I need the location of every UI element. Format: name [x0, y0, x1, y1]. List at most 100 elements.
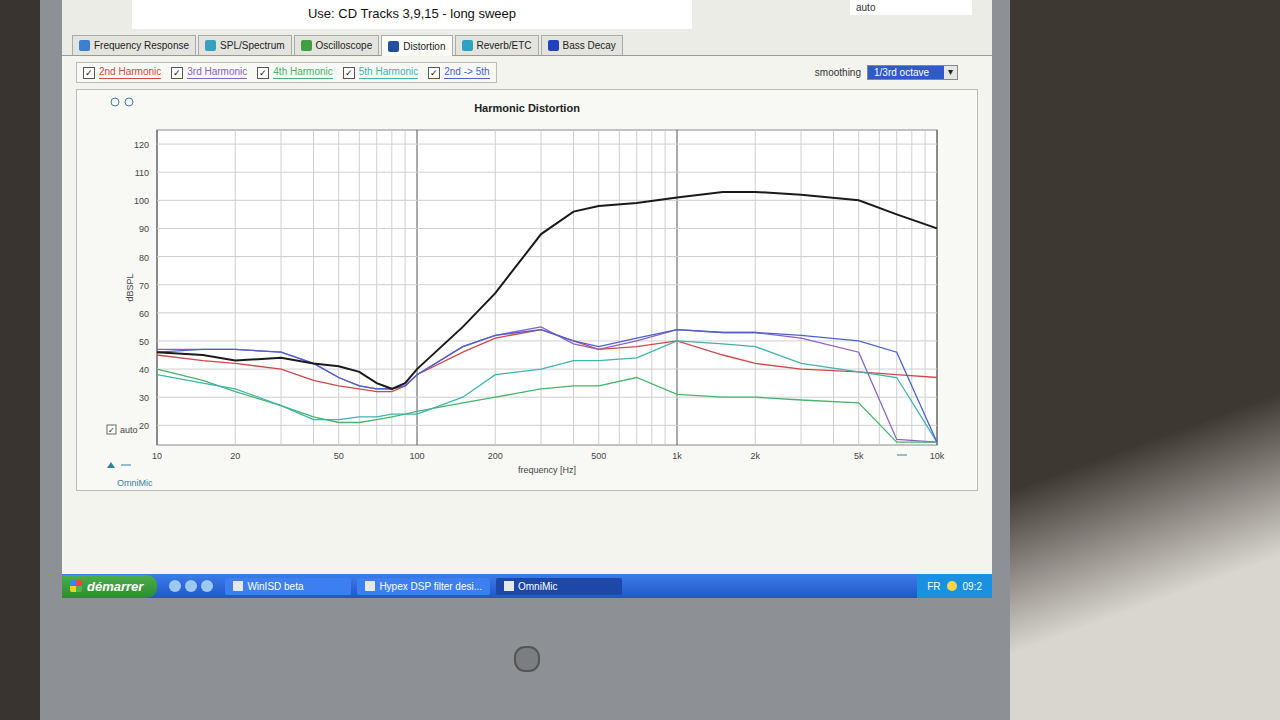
grid-line	[619, 130, 620, 445]
grid-line	[405, 130, 406, 445]
legend-item[interactable]: ✓3rd Harmonic	[171, 66, 247, 79]
grid-line	[677, 130, 678, 445]
x-tick: 10	[152, 451, 162, 461]
grid-line	[281, 130, 282, 445]
grid-line	[157, 130, 158, 445]
checkbox[interactable]: ✓	[257, 67, 269, 79]
grid-line	[417, 130, 418, 445]
grid-line	[651, 130, 652, 445]
app-icon	[504, 581, 514, 591]
desktop-icon[interactable]	[169, 580, 181, 592]
grid-line	[157, 200, 937, 201]
y-tick: 60	[139, 309, 149, 319]
auto-checkbox[interactable]: ✓ auto	[107, 425, 138, 435]
grid-line	[157, 172, 937, 173]
tab[interactable]: Bass Decay	[541, 35, 623, 55]
taskbar-item[interactable]: Hypex DSP filter desi...	[357, 578, 490, 595]
taskbar-item[interactable]: WinISD beta	[225, 578, 351, 595]
tab[interactable]: SPL/Spectrum	[198, 35, 291, 55]
svg-text:auto: auto	[120, 425, 138, 435]
language-indicator[interactable]: FR	[927, 581, 940, 592]
checkbox[interactable]: ✓	[428, 67, 440, 79]
smoothing-dropdown[interactable]: 1/3rd octave▾	[867, 65, 958, 80]
network-icon[interactable]	[947, 581, 957, 591]
chart-title: Harmonic Distortion	[474, 102, 580, 114]
grid-line	[541, 130, 542, 445]
nav-arrows-icon[interactable]	[107, 455, 907, 468]
y-tick: 100	[134, 196, 149, 206]
power-button-icon[interactable]	[514, 646, 540, 672]
grid-line	[665, 130, 666, 445]
grid-line	[313, 130, 314, 445]
grid-line	[911, 130, 912, 445]
tab-icon	[462, 40, 473, 51]
svg-text:✓: ✓	[108, 426, 115, 435]
grid-line	[338, 130, 339, 445]
grid-line	[157, 256, 937, 257]
legend-item[interactable]: ✓2nd Harmonic	[83, 66, 161, 79]
legend-item[interactable]: ✓5th Harmonic	[343, 66, 418, 79]
zoom-icon[interactable]	[111, 98, 133, 106]
tab[interactable]: Distortion	[381, 35, 452, 56]
quick-launch	[163, 580, 219, 592]
system-tray: FR 09:2	[917, 574, 992, 598]
floor	[1010, 0, 1280, 720]
grid-line	[157, 312, 937, 313]
smoothing-control: smoothing1/3rd octave▾	[815, 65, 958, 80]
omnimic-label: OmniMic	[117, 478, 153, 488]
browser-icon[interactable]	[185, 580, 197, 592]
series-line	[157, 330, 937, 392]
x-tick: 2k	[751, 451, 761, 461]
grid-line	[636, 130, 637, 445]
clock: 09:2	[963, 581, 982, 592]
grid-line	[937, 130, 938, 445]
distortion-panel: ✓2nd Harmonic✓3rd Harmonic✓4th Harmonic✓…	[62, 56, 992, 574]
grid-line	[359, 130, 360, 445]
y-tick: 90	[139, 224, 149, 234]
tab-icon	[79, 40, 90, 51]
y-axis-label: dBSPL	[125, 273, 135, 301]
series-line	[157, 341, 937, 442]
y-tick: 50	[139, 337, 149, 347]
x-axis-label: frequency [Hz]	[518, 465, 576, 475]
legend-item[interactable]: ✓4th Harmonic	[257, 66, 332, 79]
x-tick: 200	[488, 451, 503, 461]
x-tick: 1k	[672, 451, 682, 461]
legend-row: ✓2nd Harmonic✓3rd Harmonic✓4th Harmonic✓…	[76, 62, 978, 83]
grid-line	[157, 144, 937, 145]
tab[interactable]: Reverb/ETC	[455, 35, 539, 55]
tab[interactable]: Oscilloscope	[294, 35, 380, 55]
legend-item[interactable]: ✓2nd -> 5th	[428, 66, 489, 79]
grid-line	[157, 340, 937, 341]
series-line	[157, 330, 937, 443]
series-line	[157, 327, 937, 442]
x-tick: 10k	[930, 451, 945, 461]
grid-line	[157, 425, 937, 426]
series-line	[157, 369, 937, 442]
grid-line	[598, 130, 599, 445]
tab-bar: Frequency ResponseSPL/SpectrumOscillosco…	[62, 29, 992, 56]
media-icon[interactable]	[201, 580, 213, 592]
y-tick: 70	[139, 281, 149, 291]
header-bar: Use: CD Tracks 3,9,15 - long sweepauto	[62, 0, 992, 29]
windows-flag-icon	[70, 580, 82, 592]
tab[interactable]: Frequency Response	[72, 35, 196, 55]
start-button[interactable]: démarrer	[62, 575, 157, 598]
checkbox[interactable]: ✓	[343, 67, 355, 79]
photo-scene: Use: CD Tracks 3,9,15 - long sweepautoFr…	[0, 0, 1280, 720]
chart-frame: Harmonic Distortion120110100908070605040…	[76, 89, 978, 491]
app-icon	[365, 581, 375, 591]
x-tick: 100	[409, 451, 424, 461]
y-tick: 30	[139, 393, 149, 403]
grid-line	[801, 130, 802, 445]
laptop-bezel: Use: CD Tracks 3,9,15 - long sweepautoFr…	[40, 0, 1010, 720]
fundamental-line	[157, 192, 937, 389]
checkbox[interactable]: ✓	[83, 67, 95, 79]
taskbar-item[interactable]: OmniMic	[496, 578, 622, 595]
grid-line	[376, 130, 377, 445]
checkbox[interactable]: ✓	[171, 67, 183, 79]
mode-field[interactable]: auto	[850, 0, 972, 15]
tab-icon	[548, 40, 559, 51]
tab-icon	[205, 40, 216, 51]
x-tick: 500	[591, 451, 606, 461]
